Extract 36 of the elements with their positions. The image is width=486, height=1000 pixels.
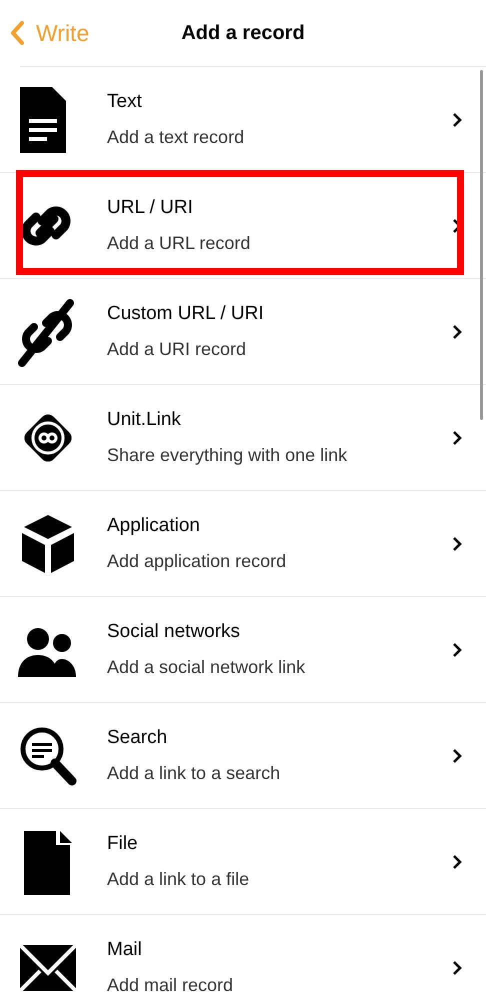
back-chevron-icon [10,21,24,45]
item-subtitle: Add a social network link [107,657,306,678]
item-title: Social networks [107,621,242,643]
record-type-item[interactable]: Text Add a text record [0,67,486,173]
item-subtitle: Add a link to a search [107,763,282,784]
record-type-item[interactable]: Mail Add mail record [0,915,486,1000]
item-title: Mail [107,939,143,961]
item-subtitle: Add a URI record [107,339,248,360]
chevron-icon [452,536,462,552]
record-type-item[interactable]: URL / URI Add a URL record [0,173,486,279]
item-subtitle: Add mail record [107,975,234,996]
item-title: File [107,833,139,855]
chevron-icon [452,430,462,446]
chevron-icon [452,960,462,976]
chevron-icon [452,642,462,658]
item-title: Unit.Link [107,409,182,431]
item-subtitle: Add a URL record [107,233,252,254]
chevron-icon [452,324,462,340]
chevron-icon [452,854,462,870]
record-type-item[interactable]: File Add a link to a file [0,809,486,915]
record-type-item[interactable]: Search Add a link to a search [0,703,486,809]
record-type-item[interactable]: Social networks Add a social network link [0,597,486,703]
chevron-icon [452,112,462,128]
item-title: Text [107,91,143,113]
item-subtitle: Add a text record [107,127,246,148]
screen-title: Add a record [181,22,305,44]
record-type-item[interactable]: Unit.Link Share everything with one link [0,385,486,491]
item-subtitle: Add a link to a file [107,869,250,890]
item-title: Application [107,515,201,537]
item-title: URL / URI [107,197,194,219]
item-subtitle: Share everything with one link [107,445,348,466]
item-title: Custom URL / URI [107,303,265,325]
item-subtitle: Add application record [107,551,288,572]
chevron-icon [452,748,462,764]
record-type-item[interactable]: Application Add application record [0,491,486,597]
item-title: Search [107,727,168,749]
